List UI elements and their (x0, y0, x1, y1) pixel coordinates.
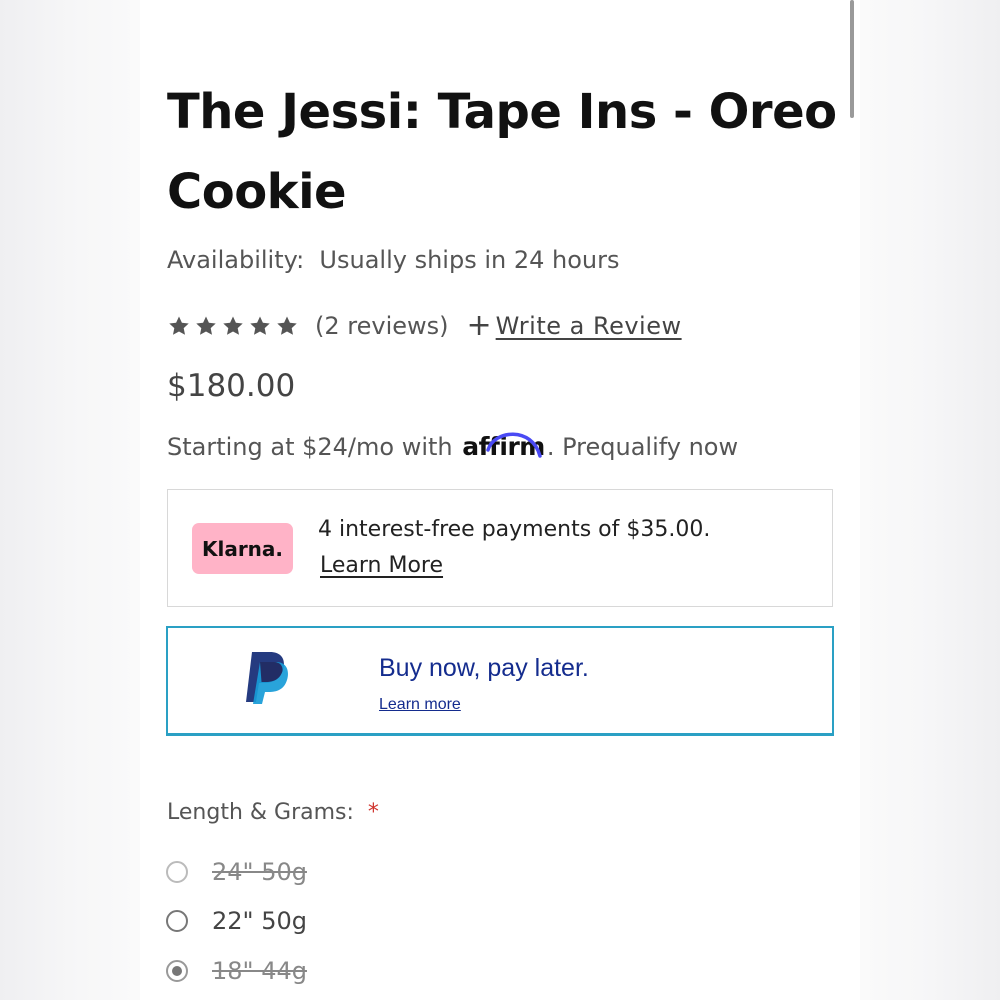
klarna-learn-more-link[interactable]: Learn More (320, 553, 443, 578)
product-title: The Jessi: Tape Ins - Oreo Cookie (167, 84, 837, 220)
star-icon (250, 316, 270, 335)
option-label: 22" 50g (212, 907, 307, 935)
radio-button[interactable] (166, 861, 188, 883)
paypal-learn-more-link[interactable]: Learn more (379, 696, 461, 714)
star-rating (167, 314, 299, 338)
affirm-logo: affirm (462, 432, 545, 461)
length-grams-label: Length & Grams: * (167, 800, 379, 825)
scrollbar[interactable] (850, 0, 854, 118)
affirm-promo: Starting at $24/mo with affirm. Prequali… (167, 432, 738, 461)
write-review-link[interactable]: + Write a Review (467, 311, 682, 341)
paypal-icon (246, 652, 288, 704)
option-24-50g[interactable]: 24" 50g (166, 856, 307, 888)
review-count[interactable]: (2 reviews) (315, 312, 449, 340)
required-marker: * (367, 800, 379, 825)
radio-button[interactable] (166, 910, 188, 932)
affirm-prefix: Starting at $24/mo with (167, 433, 461, 461)
affirm-arc-icon (486, 432, 542, 458)
prequalify-link[interactable]: . Prequalify now (547, 433, 738, 461)
option-label: 18" 44g (212, 957, 307, 985)
klarna-promo: Klarna. 4 interest-free payments of $35.… (167, 489, 833, 607)
product-price: $180.00 (167, 368, 296, 404)
plus-icon: + (466, 308, 492, 343)
paypal-headline: Buy now, pay later. (379, 654, 589, 682)
availability-label: Availability: (167, 246, 305, 274)
radio-button-selected[interactable] (166, 960, 188, 982)
star-icon (223, 316, 243, 335)
star-icon (277, 316, 297, 335)
option-22-50g[interactable]: 22" 50g (166, 905, 307, 937)
klarna-message: 4 interest-free payments of $35.00. (318, 517, 711, 542)
star-icon (196, 316, 216, 335)
option-label: 24" 50g (212, 858, 307, 886)
paypal-promo[interactable]: Buy now, pay later. Learn more (166, 626, 834, 736)
star-icon (169, 316, 189, 335)
availability-value: Usually ships in 24 hours (319, 246, 620, 274)
option-label-text: Length & Grams: (167, 800, 354, 825)
write-review-label: Write a Review (495, 312, 682, 340)
availability: Availability: Usually ships in 24 hours (167, 246, 619, 274)
klarna-logo: Klarna. (192, 523, 293, 574)
reviews-row: (2 reviews) + Write a Review (167, 308, 682, 344)
option-18-44g[interactable]: 18" 44g (166, 955, 307, 987)
